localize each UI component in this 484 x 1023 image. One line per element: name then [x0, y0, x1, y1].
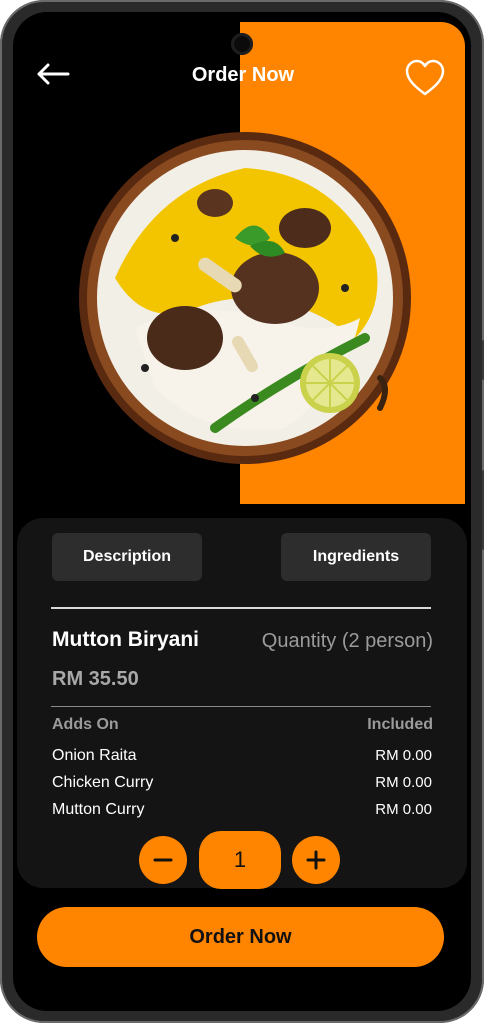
addon-price: RM 0.00 [375, 747, 432, 764]
divider [51, 706, 431, 707]
addon-price: RM 0.00 [375, 774, 432, 791]
tab-description[interactable]: Description [52, 533, 202, 581]
addons-heading: Adds On [52, 716, 119, 733]
favorite-button[interactable] [404, 58, 446, 98]
quantity-value: 1 [199, 831, 281, 889]
minus-icon [153, 858, 173, 862]
details-card: Description Ingredients Mutton Biryani Q… [17, 518, 467, 889]
order-now-button[interactable]: Order Now [37, 907, 444, 967]
dish-name: Mutton Biryani [52, 628, 199, 651]
back-button[interactable] [35, 62, 71, 86]
phone-frame: Order Now Description Ingredients Mutton… [0, 0, 484, 1023]
arrow-left-icon [37, 63, 70, 85]
plus-icon [306, 850, 326, 870]
app-screen: Order Now Description Ingredients Mutton… [13, 12, 471, 1011]
increase-quantity-button[interactable] [292, 836, 340, 884]
addon-row: Mutton Curry RM 0.00 [52, 801, 432, 827]
addon-row: Chicken Curry RM 0.00 [52, 774, 432, 800]
biryani-dish-image [79, 132, 411, 464]
addons-included-label: Included [367, 716, 433, 733]
heart-icon [405, 59, 445, 96]
front-camera [231, 33, 253, 55]
addon-name: Onion Raita [52, 747, 137, 764]
page-title: Order Now [191, 64, 295, 86]
tab-ingredients[interactable]: Ingredients [281, 533, 431, 581]
addon-name: Chicken Curry [52, 774, 154, 791]
addon-price: RM 0.00 [375, 801, 432, 818]
addon-row: Onion Raita RM 0.00 [52, 747, 432, 773]
quantity-label: Quantity (2 person) [261, 630, 433, 652]
addon-name: Mutton Curry [52, 801, 145, 818]
dish-price: RM 35.50 [52, 668, 139, 690]
decrease-quantity-button[interactable] [139, 836, 187, 884]
divider [51, 607, 431, 609]
